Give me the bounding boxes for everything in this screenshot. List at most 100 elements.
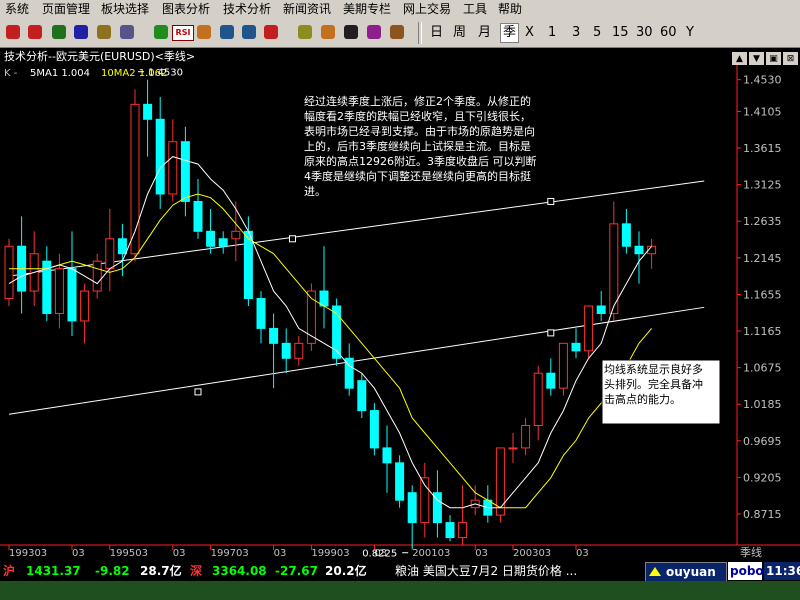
period-9[interactable]: 30 — [636, 24, 653, 42]
period-10[interactable]: 60 — [660, 24, 677, 42]
candle-body[interactable] — [54, 268, 64, 314]
trend-marker — [547, 329, 555, 337]
time-label: 11:36 — [766, 564, 800, 578]
candle-body[interactable] — [407, 492, 417, 524]
period-8[interactable]: 15 — [612, 24, 629, 42]
period-3[interactable]: 季 — [500, 23, 520, 43]
report-icon[interactable] — [118, 23, 136, 41]
period-6[interactable]: 3 — [572, 24, 580, 42]
chart-icon[interactable] — [50, 23, 68, 41]
candle-body[interactable] — [269, 327, 279, 344]
candle-body[interactable] — [231, 230, 241, 240]
candle-body[interactable] — [193, 200, 203, 232]
candle-body[interactable] — [155, 118, 165, 195]
rsi-label: RSI — [172, 25, 194, 41]
menu-item-9[interactable]: 帮助 — [496, 0, 524, 19]
pencil-icon[interactable] — [319, 23, 337, 41]
period-5[interactable]: 1 — [548, 24, 556, 42]
candle-body[interactable] — [294, 342, 304, 359]
period-2[interactable]: 月 — [478, 24, 491, 42]
candle-body[interactable] — [621, 223, 631, 247]
zoom-in-icon[interactable] — [218, 23, 236, 41]
candle-body[interactable] — [206, 230, 216, 247]
scroll-up-icon[interactable]: ▲ — [732, 52, 747, 66]
trend-marker — [289, 235, 296, 243]
candle-body[interactable] — [92, 260, 102, 292]
zoom-out-icon[interactable] — [240, 23, 258, 41]
candle-body[interactable] — [105, 238, 115, 270]
candle-body[interactable] — [369, 410, 379, 449]
candlestick-chart[interactable]: 1.4530 1.4105 1.3615 1.3125 1.2635 1.2145 1.16… — [0, 65, 800, 560]
menu-item-2[interactable]: 板块选择 — [99, 0, 151, 19]
menu-item-1[interactable]: 页面管理 — [40, 0, 92, 19]
menu-item-4[interactable]: 技术分析 — [221, 0, 273, 19]
status-bar: 沪 1431.37 -9.82 28.7亿 深 3364.08 -27.67 2… — [0, 561, 800, 582]
candle-body[interactable] — [395, 462, 405, 501]
candle-body[interactable] — [218, 238, 228, 247]
rsi-icon[interactable]: RSI — [172, 23, 194, 41]
candle-body[interactable] — [168, 141, 178, 195]
candle-body[interactable] — [521, 425, 531, 449]
user-badge[interactable]: ouyuan — [645, 562, 727, 582]
candle-body[interactable] — [281, 342, 291, 359]
refresh-icon[interactable] — [152, 23, 170, 41]
line-icon[interactable] — [26, 23, 44, 41]
x-tick-label: 03 — [72, 548, 85, 559]
menu-item-8[interactable]: 工具 — [461, 0, 489, 19]
alert-icon[interactable] — [262, 23, 280, 41]
candle-body[interactable] — [4, 245, 14, 300]
trend-marker — [194, 388, 202, 396]
gear-icon[interactable] — [296, 23, 314, 41]
stock-icon[interactable] — [4, 23, 22, 41]
table-icon[interactable] — [72, 23, 90, 41]
candle-body[interactable] — [634, 245, 644, 255]
candle-body[interactable] — [256, 298, 266, 329]
y-tick-label: 1.3125 — [743, 179, 782, 192]
window-title-bar: 技术分析--欧元美元(EURUSD)<季线> ▲ ▼ ▣ ⊠ — [0, 48, 800, 66]
candle-body[interactable] — [67, 268, 77, 322]
candle-body[interactable] — [445, 522, 455, 539]
y-tick-label: 1.0185 — [743, 398, 782, 411]
candle-body[interactable] — [180, 141, 190, 202]
menu-item-7[interactable]: 网上交易 — [401, 0, 453, 19]
x-tick-label: 03 — [576, 548, 589, 559]
period-4[interactable]: X — [525, 24, 534, 42]
cube-icon[interactable] — [388, 23, 406, 41]
news-ticker[interactable]: 粮油 美国大豆7月2 日期货价格 ... — [395, 561, 577, 581]
close-icon[interactable]: ⊠ — [783, 52, 798, 66]
period-0[interactable]: 日 — [430, 24, 443, 42]
restore-icon[interactable]: ▣ — [766, 52, 781, 66]
sz-amount: 20.2亿 — [325, 564, 367, 578]
annotation-main-line: 4季度是继续向下调整还是继续向更高的目标挺 — [304, 169, 531, 183]
desktop-strip — [0, 581, 800, 600]
note-icon[interactable] — [365, 23, 383, 41]
candle-body[interactable] — [382, 447, 392, 464]
candle-body[interactable] — [558, 342, 568, 389]
candle-body[interactable] — [546, 372, 556, 389]
candle-body[interactable] — [508, 447, 518, 450]
candle-body[interactable] — [80, 290, 90, 322]
menu-item-6[interactable]: 美期专栏 — [341, 0, 393, 19]
menu-item-5[interactable]: 新闻资讯 — [281, 0, 333, 19]
period-1[interactable]: 周 — [453, 24, 466, 42]
candle-body[interactable] — [571, 342, 581, 352]
period-7[interactable]: 5 — [593, 24, 601, 42]
y-tick-label: 1.1165 — [743, 325, 782, 338]
book-icon[interactable] — [95, 23, 113, 41]
candle-body[interactable] — [584, 305, 594, 352]
f-icon[interactable] — [195, 23, 213, 41]
candle-body[interactable] — [143, 103, 153, 120]
candle-body[interactable] — [533, 372, 543, 426]
candle-body[interactable] — [117, 238, 127, 255]
period-11[interactable]: Y — [686, 24, 694, 42]
annotation-box-line: 均线系统显示良好多 — [604, 362, 703, 376]
candle-body[interactable] — [243, 230, 253, 300]
radiation-icon[interactable] — [342, 23, 360, 41]
menu-item-3[interactable]: 图表分析 — [160, 0, 212, 19]
candle-body[interactable] — [458, 522, 468, 539]
candle-body[interactable] — [357, 380, 367, 412]
menu-item-0[interactable]: 系统 — [3, 0, 31, 19]
scroll-down-icon[interactable]: ▼ — [749, 52, 764, 66]
candle-body[interactable] — [596, 305, 606, 314]
chart-area[interactable]: 1.4530 1.4105 1.3615 1.3125 1.2635 1.2145 1.16… — [0, 65, 800, 560]
